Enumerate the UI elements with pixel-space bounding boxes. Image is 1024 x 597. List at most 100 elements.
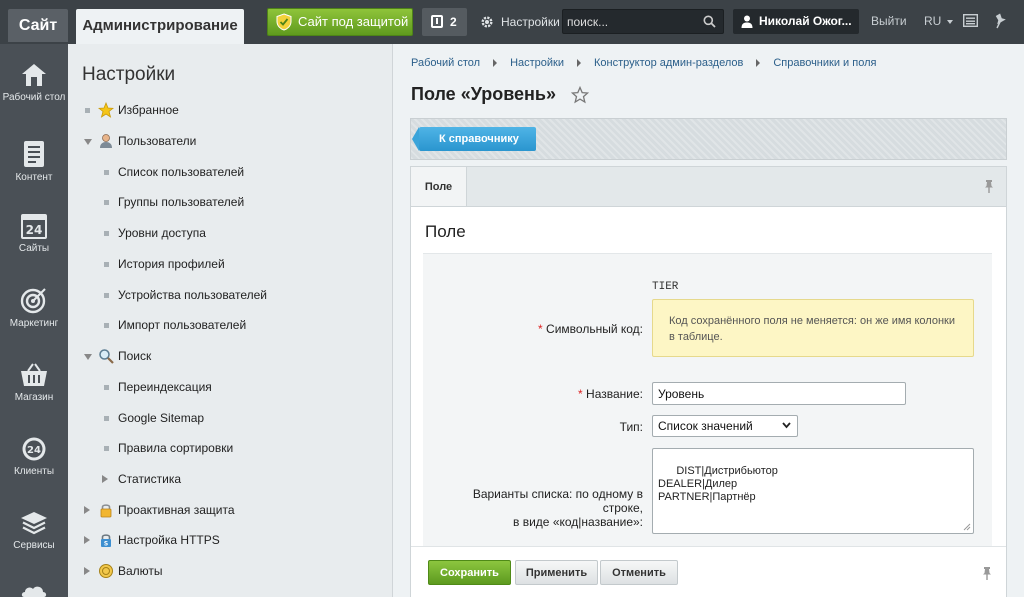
- menu-item-label: Импорт пользователей: [118, 318, 247, 332]
- menu-item-users[interactable]: Пользователи: [68, 130, 393, 152]
- tab-field[interactable]: Поле: [411, 167, 467, 207]
- rail-item-desktop[interactable]: Рабочий стол: [0, 62, 68, 132]
- notification-icon: [431, 15, 443, 28]
- pin-icon[interactable]: [982, 566, 992, 580]
- variants-textarea[interactable]: DIST|Дистрибьютор DEALER|Дилер PARTNER|П…: [652, 448, 974, 534]
- user-icon: [741, 15, 753, 28]
- cancel-button[interactable]: Отменить: [600, 560, 678, 585]
- chevron-down-icon[interactable]: [84, 354, 92, 360]
- pin-icon[interactable]: [995, 13, 1007, 29]
- type-select-value: Список значений: [658, 419, 753, 433]
- pin-icon[interactable]: [984, 179, 994, 193]
- chevron-down-icon[interactable]: [84, 139, 92, 145]
- required-mark: *: [538, 322, 543, 336]
- rail-item-clients[interactable]: 24 Клиенты: [0, 436, 68, 506]
- chevron-right-icon[interactable]: [84, 506, 90, 514]
- menu-item-label: Google Sitemap: [118, 411, 205, 425]
- svg-text:S: S: [104, 541, 108, 548]
- menu-item-https-setup[interactable]: S Настройка HTTPS: [68, 529, 393, 551]
- menu-item-label: Группы пользователей: [118, 195, 245, 209]
- gear-icon: [481, 16, 493, 28]
- back-to-dictionary-button[interactable]: К справочнику: [412, 127, 536, 151]
- menu-item-user-list[interactable]: Список пользователей: [68, 161, 393, 183]
- menu-item-profile-history[interactable]: История профилей: [68, 253, 393, 275]
- tab-site[interactable]: Сайт: [8, 9, 68, 42]
- site-protected-button[interactable]: Сайт под защитой: [267, 8, 413, 36]
- bullet: [104, 170, 109, 175]
- tab-admin[interactable]: Администрирование: [76, 9, 244, 44]
- chevron-right-icon[interactable]: [102, 475, 108, 483]
- rail-item-shop[interactable]: Магазин: [0, 362, 68, 432]
- field-edit-panel: Поле TIER * Символьный код: Код сохранён…: [410, 206, 1007, 597]
- menu-item-user-devices[interactable]: Устройства пользователей: [68, 284, 393, 306]
- menu-item-currencies[interactable]: Валюты: [68, 560, 393, 582]
- settings-menu: Настройки Избранное Пользователи Список …: [68, 44, 393, 597]
- search-icon[interactable]: [703, 15, 716, 28]
- rail-item-marketing[interactable]: Маркетинг: [0, 286, 68, 356]
- variants-label: Варианты списка: по одному в строке, в в…: [433, 487, 643, 529]
- notifications-button[interactable]: 2: [422, 8, 467, 36]
- menu-item-google-sitemap[interactable]: Google Sitemap: [68, 407, 393, 429]
- breadcrumb-settings[interactable]: Настройки: [510, 57, 564, 69]
- chevron-right-icon[interactable]: [84, 567, 90, 575]
- variants-label-line1: Варианты списка: по одному в строке,: [472, 487, 643, 515]
- menu-item-user-import[interactable]: Импорт пользователей: [68, 314, 393, 336]
- menu-item-proactive-protection[interactable]: Проактивная защита: [68, 499, 393, 521]
- name-label-text: Название:: [586, 387, 643, 401]
- rail-label: Рабочий стол: [2, 92, 66, 103]
- breadcrumb-constructor[interactable]: Конструктор админ-разделов: [594, 57, 743, 69]
- resize-handle-icon[interactable]: [963, 523, 971, 531]
- settings-label: Настройки: [501, 15, 560, 29]
- menu-item-label: Правила сортировки: [118, 441, 234, 455]
- bullet: [104, 385, 109, 390]
- rail-item-services[interactable]: Сервисы: [0, 510, 68, 580]
- chevron-right-icon: [577, 59, 581, 68]
- chevron-right-icon[interactable]: [84, 536, 90, 544]
- menu-item-statistics[interactable]: Статистика: [68, 468, 393, 490]
- menu-item-favorites[interactable]: Избранное: [68, 99, 393, 121]
- shield-icon: [276, 13, 292, 31]
- document-icon: [24, 141, 44, 167]
- field-form: TIER * Символьный код: Код сохранённого …: [423, 253, 992, 553]
- bullet: [104, 231, 109, 236]
- user-menu-button[interactable]: Николай Ожог...: [733, 9, 859, 34]
- apply-button[interactable]: Применить: [515, 560, 598, 585]
- variants-label-line2: в виде «код|название»:: [513, 515, 643, 529]
- cloud-icon[interactable]: [20, 585, 48, 597]
- code-hint-box: Код сохранённого поля не меняется: он же…: [652, 299, 974, 357]
- menu-item-label: Переиндексация: [118, 380, 212, 394]
- rail-item-content[interactable]: Контент: [0, 140, 68, 210]
- menu-item-label: Проактивная защита: [118, 503, 235, 517]
- menu-item-label: Устройства пользователей: [118, 288, 267, 302]
- menu-item-access-levels[interactable]: Уровни доступа: [68, 222, 393, 244]
- bullet: [85, 108, 90, 113]
- main-nav-rail: Рабочий стол Контент 24 Сайты Маркетинг: [0, 44, 68, 597]
- settings-link[interactable]: Настройки: [480, 8, 560, 36]
- https-lock-icon: S: [101, 534, 111, 548]
- breadcrumb-desktop[interactable]: Рабочий стол: [411, 57, 480, 69]
- target-icon: [20, 288, 46, 314]
- menu-item-user-groups[interactable]: Группы пользователей: [68, 191, 393, 213]
- name-input[interactable]: [652, 382, 906, 405]
- menu-item-label: Избранное: [118, 103, 179, 117]
- save-button[interactable]: Сохранить: [428, 560, 511, 585]
- symbolic-code-label: * Символьный код:: [433, 322, 643, 336]
- search-input[interactable]: [567, 13, 697, 30]
- menu-item-search[interactable]: Поиск: [68, 345, 393, 367]
- search-icon: [99, 349, 114, 364]
- bullet: [104, 262, 109, 267]
- keyboard-shortcuts-icon[interactable]: [963, 14, 978, 27]
- required-mark: *: [578, 387, 583, 401]
- type-select[interactable]: Список значений: [652, 415, 798, 437]
- language-switch[interactable]: RU: [924, 9, 953, 34]
- breadcrumb-dictionaries[interactable]: Справочники и поля: [773, 57, 876, 69]
- favorite-star-icon[interactable]: [571, 86, 589, 104]
- menu-item-reindex[interactable]: Переиндексация: [68, 376, 393, 398]
- menu-item-sort-rules[interactable]: Правила сортировки: [68, 437, 393, 459]
- bullet: [104, 416, 109, 421]
- logout-link[interactable]: Выйти: [871, 9, 907, 34]
- rail-item-sites[interactable]: 24 Сайты: [0, 212, 68, 282]
- clients-24-icon: 24: [22, 437, 46, 461]
- menu-item-label: Список пользователей: [118, 165, 245, 179]
- rail-label: Клиенты: [13, 466, 55, 477]
